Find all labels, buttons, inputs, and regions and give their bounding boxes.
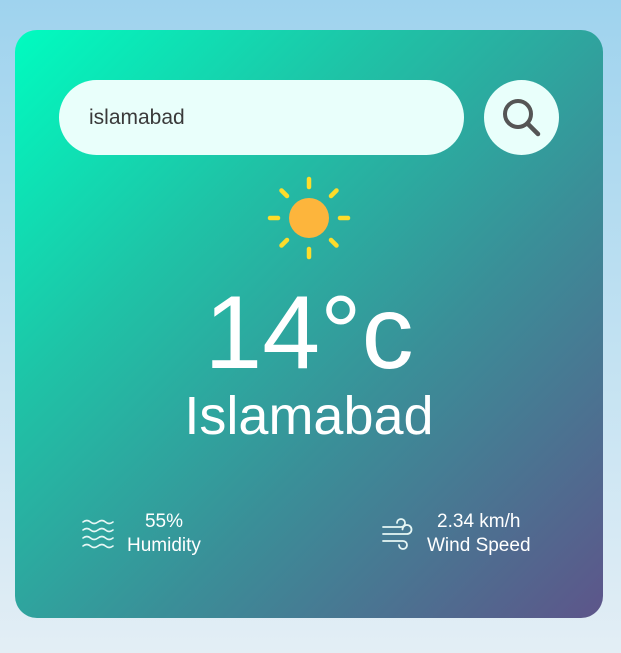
temperature: 14°c — [204, 275, 414, 391]
search-button[interactable] — [484, 80, 559, 155]
search-input-value[interactable]: islamabad — [89, 106, 185, 130]
search-input[interactable]: islamabad — [59, 80, 464, 155]
wind-icon — [382, 518, 413, 550]
humidity-value: 55% — [144, 511, 183, 532]
waves-icon — [82, 519, 114, 549]
city-name: Islamabad — [184, 386, 434, 446]
wind-text: 2.34 km/h Wind Speed — [427, 510, 531, 558]
sun-icon — [267, 176, 351, 260]
humidity-label: Humidity — [127, 535, 201, 556]
humidity-text: 55% Humidity — [127, 510, 201, 558]
search-icon[interactable] — [500, 96, 544, 140]
wind-value: 2.34 km/h — [437, 511, 521, 532]
humidity-detail: 55% Humidity — [81, 510, 201, 558]
wind-label: Wind Speed — [427, 535, 531, 556]
weather-card: islamabad 14°c Islamabad 55% Humidity 2.… — [15, 30, 603, 618]
wind-detail: 2.34 km/h Wind Speed — [381, 510, 531, 558]
